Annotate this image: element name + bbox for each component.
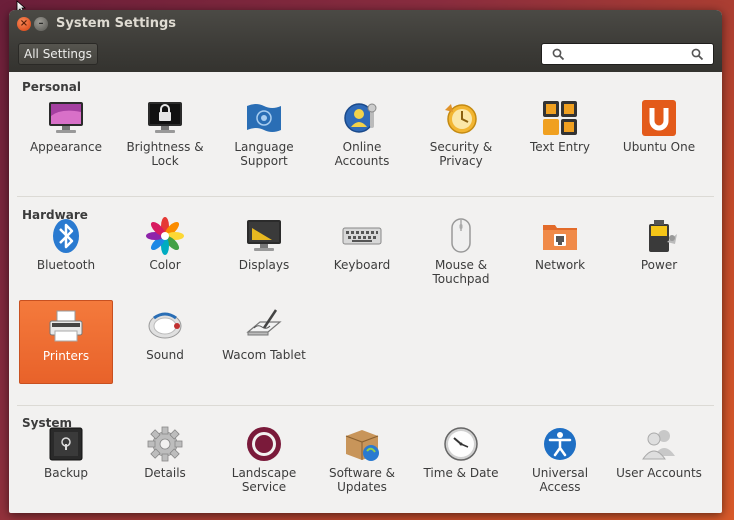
network-icon [543,225,577,250]
minimize-window-button[interactable]: – [34,17,48,31]
settings-item-printers[interactable]: Printers [19,300,113,384]
settings-item-text-entry[interactable]: Text Entry [513,92,607,176]
settings-item-label: Brightness & Lock [126,140,204,168]
settings-item-label: Bluetooth [36,258,96,272]
settings-item-label: Mouse & Touchpad [432,258,490,286]
settings-item-wacom-tablet[interactable]: Wacom Tablet [217,300,311,384]
close-window-button[interactable]: × [17,17,31,31]
settings-window: × – System Settings All Settings Persona… [9,10,722,513]
settings-item-language-support[interactable]: Language Support [217,92,311,176]
settings-item-label: Printers [42,349,90,363]
settings-item-details[interactable]: Details [118,418,212,502]
ubuntu-one-icon [642,100,676,136]
settings-item-label: Sound [146,348,184,362]
language-support-icon [247,104,281,132]
displays-icon [247,220,281,251]
settings-item-security-privacy[interactable]: Security & Privacy [414,92,508,176]
settings-item-sound[interactable]: Sound [118,300,212,384]
settings-item-user-accounts[interactable]: User Accounts [612,418,706,502]
settings-item-time-date[interactable]: Time & Date [414,418,508,502]
settings-item-bluetooth[interactable]: Bluetooth [19,210,113,294]
settings-item-label: Ubuntu One [622,140,696,154]
details-icon [147,426,183,462]
printer-icon [49,310,83,342]
window-title: System Settings [56,16,177,31]
online-accounts-icon [344,103,377,133]
search-input[interactable] [564,46,688,62]
settings-item-label: Text Entry [529,140,590,154]
bluetooth-icon [53,219,79,253]
mouse-icon [451,218,471,253]
window-controls: × – [17,17,48,31]
brightness-lock-icon [148,102,182,133]
settings-item-landscape-service[interactable]: Landscape Service [217,418,311,502]
title-bar: × – System Settings All Settings [9,10,722,72]
settings-item-label: Details [144,466,186,480]
settings-panel: Personal Appearance Brightness & Lock La… [9,72,722,513]
settings-item-label: Wacom Tablet [222,348,306,362]
settings-item-label: Power [640,258,678,272]
time-date-icon [444,427,478,461]
settings-item-brightness-lock[interactable]: Brightness & Lock [118,92,212,176]
settings-item-label: User Accounts [616,466,702,480]
sound-icon [148,312,182,339]
settings-item-label: Displays [238,258,290,272]
settings-item-keyboard[interactable]: Keyboard [315,210,409,294]
settings-item-label: Landscape Service [231,466,297,494]
settings-item-label: Time & Date [423,466,499,480]
settings-item-label: Software & Updates [328,466,396,494]
settings-item-label: Backup [44,466,88,480]
settings-item-label: Appearance [29,140,103,154]
landscape-icon [247,427,281,461]
settings-item-power[interactable]: Power [612,210,706,294]
keyboard-icon [342,227,382,245]
settings-item-ubuntu-one[interactable]: Ubuntu One [612,92,706,176]
settings-item-mouse-touchpad[interactable]: Mouse & Touchpad [414,210,508,294]
wacom-tablet-icon [246,309,282,336]
settings-item-color[interactable]: Color [118,210,212,294]
settings-item-label: Keyboard [333,258,391,272]
section-divider [17,196,714,197]
settings-item-network[interactable]: Network [513,210,607,294]
search-box[interactable] [541,43,714,65]
user-accounts-icon [642,430,675,460]
settings-item-online-accounts[interactable]: Online Accounts [315,92,409,176]
color-icon [146,217,184,255]
settings-item-label: Security & Privacy [429,140,493,168]
security-privacy-icon [445,104,477,134]
all-settings-button[interactable]: All Settings [18,43,98,65]
backup-icon [49,427,83,461]
settings-item-appearance[interactable]: Appearance [19,92,113,176]
settings-item-displays[interactable]: Displays [217,210,311,294]
settings-item-label: Network [534,258,586,272]
minimize-icon: – [38,18,44,29]
settings-item-backup[interactable]: Backup [19,418,113,502]
appearance-icon [49,102,83,133]
software-updates-icon [345,430,379,461]
power-icon [649,220,677,252]
close-icon: × [19,18,29,29]
settings-item-universal-access[interactable]: Universal Access [513,418,607,502]
settings-item-label: Universal Access [531,466,589,494]
section-divider [17,405,714,406]
universal-access-icon [544,428,576,460]
settings-item-label: Online Accounts [334,140,390,168]
settings-item-label: Color [149,258,181,272]
text-entry-icon [543,101,577,135]
settings-item-label: Language Support [234,140,294,168]
settings-item-software-updates[interactable]: Software & Updates [315,418,409,502]
search-clear-icon[interactable] [691,48,704,61]
